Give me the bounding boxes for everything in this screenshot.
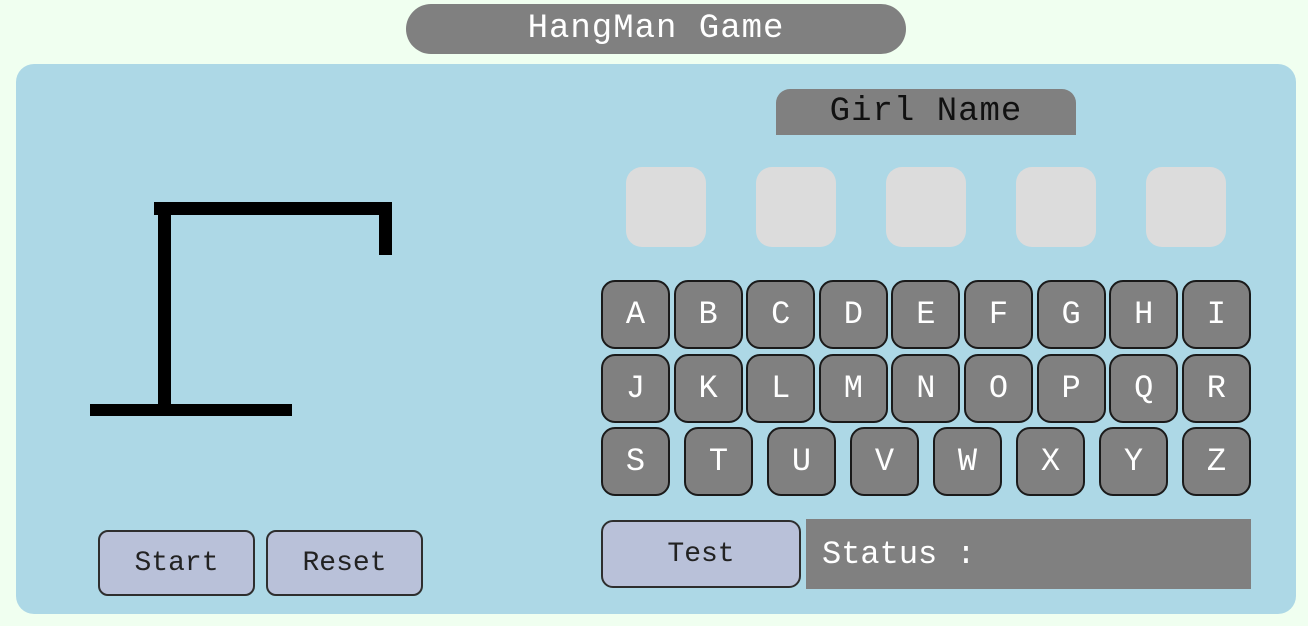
letter-key-p[interactable]: P <box>1036 354 1106 423</box>
letter-key-u[interactable]: U <box>767 427 836 496</box>
gallows-pole <box>158 204 171 410</box>
game-title: HangMan Game <box>406 4 906 54</box>
letter-key-k[interactable]: K <box>673 354 743 423</box>
gallows-base <box>90 404 292 416</box>
letter-key-m[interactable]: M <box>818 354 888 423</box>
letter-key-f[interactable]: F <box>964 280 1033 349</box>
letter-slot <box>756 167 836 247</box>
letter-slot <box>1146 167 1226 247</box>
letter-key-o[interactable]: O <box>964 354 1033 423</box>
letter-key-w[interactable]: W <box>933 427 1002 496</box>
letter-key-d[interactable]: D <box>818 280 888 349</box>
letter-key-z[interactable]: Z <box>1182 427 1251 496</box>
gallows-beam <box>154 202 392 215</box>
letter-slot <box>626 167 706 247</box>
game-panel: Start Reset Girl Name ABCDEFGHI JKLMNOPQR… <box>16 64 1296 614</box>
letter-key-h[interactable]: H <box>1109 280 1179 349</box>
letter-key-a[interactable]: A <box>601 280 670 349</box>
status-bar: Status : <box>806 519 1251 589</box>
letter-key-v[interactable]: V <box>850 427 919 496</box>
letter-key-y[interactable]: Y <box>1099 427 1168 496</box>
letter-key-x[interactable]: X <box>1016 427 1085 496</box>
test-button[interactable]: Test <box>601 520 801 588</box>
start-button[interactable]: Start <box>98 530 255 596</box>
letter-key-n[interactable]: N <box>891 354 961 423</box>
letter-slot <box>1016 167 1096 247</box>
letter-key-c[interactable]: C <box>746 280 816 349</box>
letter-key-j[interactable]: J <box>601 354 670 423</box>
letter-key-q[interactable]: Q <box>1109 354 1179 423</box>
letter-key-r[interactable]: R <box>1181 354 1251 423</box>
status-label: Status : <box>822 535 976 573</box>
letter-key-s[interactable]: S <box>601 427 670 496</box>
reset-button[interactable]: Reset <box>266 530 423 596</box>
letter-slot <box>886 167 966 247</box>
gallows-rope <box>379 204 392 255</box>
letter-key-i[interactable]: I <box>1181 280 1251 349</box>
category-label: Girl Name <box>776 89 1076 135</box>
letter-key-l[interactable]: L <box>746 354 816 423</box>
letter-key-b[interactable]: B <box>673 280 743 349</box>
gallows-drawing <box>90 202 392 416</box>
letter-key-e[interactable]: E <box>891 280 961 349</box>
letter-key-g[interactable]: G <box>1036 280 1106 349</box>
letter-key-t[interactable]: T <box>684 427 753 496</box>
